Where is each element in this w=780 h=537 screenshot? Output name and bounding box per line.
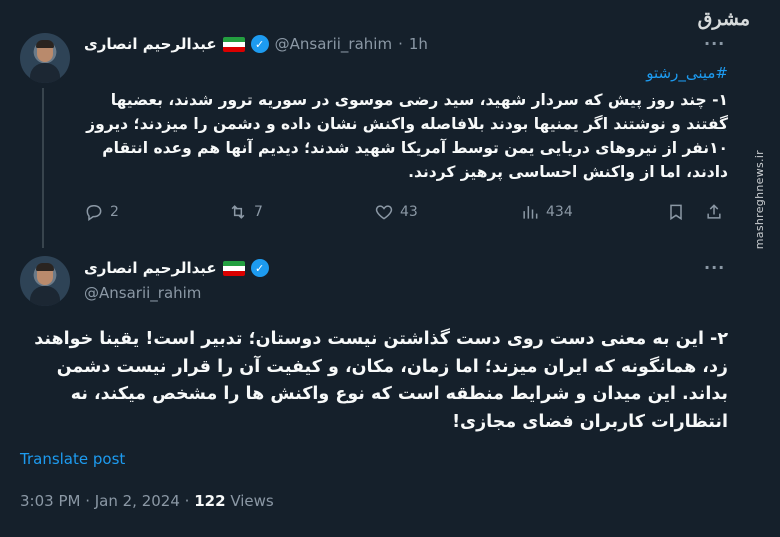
tweet2-body: ۲- این به معنی دست روی دست گذاشتن نیست د… [34,329,728,432]
like-icon [375,205,393,220]
views-count: 434 [546,204,573,220]
author-name[interactable]: عبدالرحیم انصاری [84,259,217,277]
views-total: 122 [194,492,226,510]
more-options-icon[interactable]: ··· [704,34,725,53]
avatar[interactable] [20,256,70,306]
tweet-thread-view: مشرق mashreghnews.ir عبدالرحیم انصاری ✓ … [0,0,780,537]
reply-count: 2 [110,204,119,220]
watermark-logo: مشرق [697,8,751,30]
tweet2-header: عبدالرحیم انصاری ✓ [84,259,269,277]
thread-connector-line [42,88,44,248]
reply-icon [86,205,102,221]
hashtag-link[interactable]: #مینی_رشتو [84,64,728,82]
views-label: Views [230,492,274,510]
views-button[interactable]: 434 [520,202,573,222]
iran-flag-icon [222,260,245,276]
verified-badge-icon[interactable]: ✓ [250,35,269,53]
translate-post-link[interactable]: Translate post [20,450,125,468]
tweet1-body: ۱- چند روز پیش که سردار شهید، سید رضی مو… [86,91,728,181]
author-name[interactable]: عبدالرحیم انصاری [84,35,217,53]
separator-dot: · [398,35,403,53]
post-timestamp[interactable]: 3:03 PM · Jan 2, 2024 · [20,492,189,510]
share-button[interactable] [704,202,724,222]
like-count: 43 [400,204,418,220]
repost-icon [231,205,245,219]
post-time[interactable]: 1h [409,35,428,53]
watermark-site: mashreghnews.ir [753,150,766,250]
more-options-icon[interactable]: ··· [704,258,725,277]
repost-button[interactable]: 7 [228,202,263,222]
author-handle[interactable]: @Ansarii_rahim [84,284,201,302]
post-metadata: 3:03 PM · Jan 2, 2024 · 122 Views [20,492,274,510]
tweet1-header: عبدالرحیم انصاری ✓ @Ansarii_rahim · 1h [84,35,428,53]
avatar[interactable] [20,33,70,83]
repost-count: 7 [254,204,263,220]
bookmark-icon [670,204,682,221]
tweet1-action-bar: 2 7 43 434 [84,202,728,228]
verified-badge-icon[interactable]: ✓ [250,259,269,277]
reply-button[interactable]: 2 [84,202,119,222]
bookmark-button[interactable] [666,202,686,222]
author-handle[interactable]: @Ansarii_rahim [275,35,392,53]
iran-flag-icon [222,36,245,52]
views-icon [523,206,538,219]
share-icon [707,204,721,219]
like-button[interactable]: 43 [374,202,418,222]
